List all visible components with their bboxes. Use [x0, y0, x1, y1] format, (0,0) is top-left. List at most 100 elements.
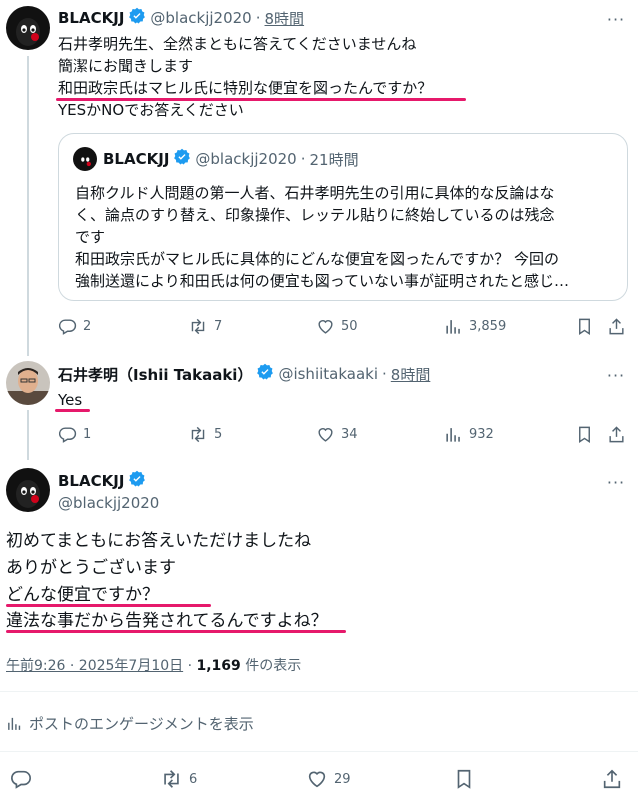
- analytics-icon: [446, 428, 460, 442]
- handle: @blackjj2020: [195, 150, 297, 168]
- avatar-blackjj[interactable]: [6, 468, 50, 512]
- thread-line: [27, 56, 29, 356]
- timestamp-link[interactable]: 8時間: [265, 8, 305, 29]
- quote-header: BLACKJJ @blackjj2020 · 21時間: [103, 148, 359, 170]
- thread-line: [27, 410, 29, 460]
- verified-badge-icon: [256, 363, 274, 385]
- main-text-line: ありがとうございます: [6, 558, 176, 578]
- repost-icon: [191, 318, 205, 335]
- verified-badge-icon: [173, 148, 191, 170]
- quote-text-line: 和田政宗氏がマヒル氏に具体的にどんな便宜を図ったんですか？ 今回の: [75, 250, 560, 268]
- like-count: 34: [341, 427, 358, 442]
- like-button[interactable]: 50: [316, 317, 358, 336]
- avatar-blackjj[interactable]: [6, 6, 50, 50]
- analytics-icon: [8, 717, 21, 730]
- bookmark-icon: [579, 318, 590, 335]
- post-timestamp[interactable]: 午前9:26 · 2025年7月10日: [6, 658, 183, 674]
- verified-badge-icon: [128, 470, 146, 492]
- quote-text-line: 自称クルド人問題の第一人者、石井孝明先生の引用に具体的な反論はな: [75, 184, 555, 202]
- tweet-text: Yes: [58, 391, 83, 409]
- bookmark-button[interactable]: [575, 425, 594, 444]
- heart-icon: [318, 320, 333, 334]
- separator-dot: ·: [300, 150, 306, 168]
- display-name[interactable]: BLACKJJ: [58, 472, 124, 490]
- view-engagement-link[interactable]: ポストのエンゲージメントを表示: [6, 713, 254, 734]
- bookmark-button[interactable]: [575, 317, 594, 336]
- views-button[interactable]: 3,859: [444, 317, 506, 336]
- view-count: 3,859: [469, 319, 507, 334]
- repost-button[interactable]: 6: [160, 768, 197, 790]
- handle[interactable]: @blackjj2020: [150, 9, 251, 27]
- handle[interactable]: @blackjj2020: [58, 494, 159, 512]
- view-count: 932: [469, 427, 494, 442]
- handle[interactable]: @ishiitakaaki: [278, 365, 378, 383]
- share-button[interactable]: [601, 768, 623, 790]
- quote-text-line: 強制送還により和田氏は何の便宜も図っていない事が証明されたと感じ…: [75, 272, 569, 290]
- repost-button[interactable]: 7: [188, 317, 222, 336]
- bookmark-button[interactable]: [453, 768, 475, 790]
- quote-text-line: です: [75, 228, 106, 246]
- analytics-icon: [446, 320, 460, 334]
- separator-dot: ·: [382, 365, 387, 383]
- more-options-icon[interactable]: ···: [604, 8, 628, 30]
- main-text-line: 初めてまともにお答えいただけましたね: [6, 531, 312, 551]
- share-icon: [609, 426, 624, 443]
- separator-dot: ·: [187, 658, 193, 674]
- divider: [0, 751, 638, 752]
- heart-icon: [318, 428, 333, 442]
- quote-text: 自称クルド人問題の第一人者、石井孝明先生の引用に具体的な反論はな く、論点のすり…: [75, 182, 569, 292]
- repost-count: 5: [214, 427, 223, 442]
- timestamp-link[interactable]: 8時間: [391, 364, 431, 385]
- reply-button[interactable]: 1: [58, 425, 91, 444]
- reply-icon: [11, 770, 31, 789]
- share-button[interactable]: [607, 425, 626, 444]
- repost-icon: [191, 426, 205, 443]
- post-meta: 午前9:26 · 2025年7月10日 · 1,169 件の表示: [6, 655, 301, 675]
- views-label: 件の表示: [245, 658, 302, 674]
- timestamp: 21時間: [309, 150, 359, 169]
- avatar-blackjj: [73, 147, 97, 171]
- repost-button[interactable]: 5: [188, 425, 222, 444]
- like-count: 50: [341, 319, 358, 334]
- reply-count: 2: [83, 319, 92, 334]
- repost-count: 7: [214, 319, 223, 334]
- heart-icon: [308, 771, 326, 788]
- main-name-row: BLACKJJ: [58, 470, 146, 492]
- highlight-underline: [55, 409, 90, 412]
- tweet-header: BLACKJJ @blackjj2020 · 8時間: [58, 7, 304, 29]
- tweet-text-line: 簡潔にお聞きします: [58, 57, 194, 75]
- tweet-text-line: 和田政宗氏はマヒル氏に特別な便宜を図ったんですか？: [58, 79, 433, 97]
- views-button[interactable]: 932: [444, 425, 494, 444]
- bookmark-icon: [457, 769, 471, 789]
- display-name: BLACKJJ: [103, 150, 170, 168]
- verified-badge-icon: [128, 7, 146, 29]
- avatar-ishii[interactable]: [6, 361, 50, 405]
- reply-button[interactable]: [10, 768, 32, 790]
- display-name[interactable]: BLACKJJ: [58, 9, 124, 27]
- divider: [0, 691, 638, 692]
- engagement-label: ポストのエンゲージメントを表示: [29, 715, 254, 733]
- more-options-icon[interactable]: ···: [604, 471, 628, 493]
- tweet-text-line: 石井孝明先生、全然まともに答えてくださいませんね: [58, 35, 417, 53]
- share-button[interactable]: [607, 317, 626, 336]
- quoted-tweet[interactable]: BLACKJJ @blackjj2020 · 21時間 自称クルド人問題の第一人…: [58, 133, 628, 301]
- reply-button[interactable]: 2: [58, 317, 91, 336]
- separator-dot: ·: [255, 9, 261, 27]
- highlight-underline: [6, 604, 211, 607]
- more-options-icon[interactable]: ···: [604, 364, 628, 386]
- reply-icon: [58, 427, 77, 443]
- like-count: 29: [334, 771, 351, 787]
- views-count: 1,169: [196, 658, 241, 674]
- tweet-text-line: YESかNOでお答えください: [58, 101, 244, 119]
- like-button[interactable]: 34: [316, 425, 358, 444]
- display-name[interactable]: 石井孝明（Ishii Takaaki）: [58, 364, 252, 385]
- repost-icon: [164, 770, 179, 788]
- repost-count: 6: [189, 771, 198, 787]
- reply-icon: [58, 319, 77, 335]
- quote-text-line: く、論点のすり替え、印象操作、レッテル貼りに終始しているのは残念: [75, 206, 555, 224]
- like-button[interactable]: 29: [306, 768, 351, 790]
- tweet-header: 石井孝明（Ishii Takaaki） @ishiitakaaki · 8時間: [58, 363, 430, 385]
- share-icon: [609, 318, 624, 335]
- reply-count: 1: [83, 427, 92, 442]
- share-icon: [603, 769, 621, 789]
